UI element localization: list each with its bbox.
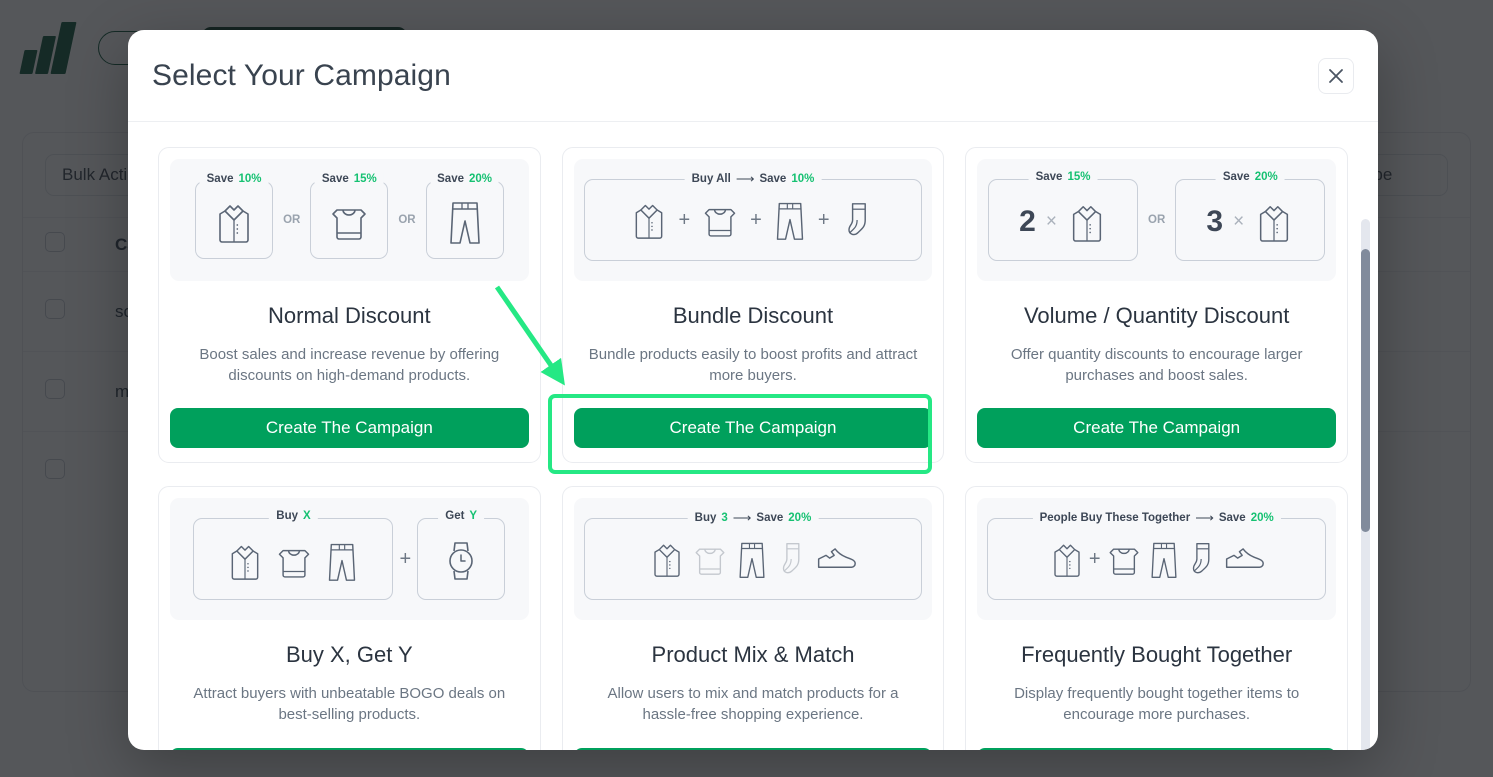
tshirt-icon <box>1108 548 1139 575</box>
quantity-value: 3 <box>1206 205 1224 238</box>
card-title: Normal Discount <box>268 303 431 328</box>
illustration-normal-discount: Save 10% OR Save 15% OR Save 20% <box>170 159 529 281</box>
shirt-icon <box>1054 544 1080 578</box>
campaign-card-bundle-discount[interactable]: Buy All ⟶ Save 10% + + + Bundle Discount… <box>561 147 945 464</box>
legend-save-15: Save 15% <box>1028 171 1098 183</box>
card-description: Display frequently bought together items… <box>1014 685 1300 724</box>
card-title: Bundle Discount <box>672 303 834 328</box>
socks-icon <box>1192 543 1209 574</box>
modal-body: Save 10% OR Save 15% OR Save 20% Normal … <box>128 122 1378 750</box>
legend-buy-x: Buy X <box>269 510 318 523</box>
card-title: Buy X, Get Y <box>285 642 413 668</box>
card-title: Volume / Quantity Discount <box>1023 303 1290 328</box>
create-campaign-button-buy-x-get-y[interactable]: Create The Campaign <box>170 747 529 750</box>
card-description: Offer quantity discounts to encourage la… <box>1010 346 1303 384</box>
campaign-card-volume-quantity-discount[interactable]: Save 15% 2 × OR Save 20% 3 × Volume / Qu… <box>965 147 1348 464</box>
modal-header: Select Your Campaign <box>128 30 1378 122</box>
shirt-icon <box>1072 206 1102 242</box>
tshirt-icon <box>695 548 725 575</box>
legend-buy-all-save-10: Buy All ⟶ Save 10% <box>684 171 822 187</box>
pants-icon <box>739 542 765 578</box>
separator-or: OR <box>1148 214 1166 226</box>
legend-save-15: Save 15% <box>314 173 384 185</box>
separator-or: OR <box>398 214 416 226</box>
times-symbol: × <box>1233 211 1245 232</box>
pants-icon <box>1150 542 1177 578</box>
modal-scrollbar-track[interactable] <box>1361 219 1370 750</box>
illustration-product-mix-and-match: Buy 3 ⟶ Save 20% <box>573 498 933 621</box>
separator-plus: + <box>1088 547 1101 570</box>
campaign-card-buy-x-get-y[interactable]: Buy X + Get Y Buy X, Get Y Attract buyer… <box>158 486 541 750</box>
illustration-bundle-discount: Buy All ⟶ Save 10% + + + <box>573 159 933 281</box>
separator-plus: + <box>750 208 762 231</box>
legend-get-y: Get Y <box>438 510 485 523</box>
create-campaign-button-frequently-bought-together[interactable]: Create The Campaign <box>977 747 1336 750</box>
shoe-icon <box>817 548 856 569</box>
modal-title: Select Your Campaign <box>152 58 451 92</box>
create-campaign-button-bundle-discount[interactable]: Create The Campaign <box>573 408 933 449</box>
select-campaign-modal: Select Your Campaign Save 10% OR Save 15… <box>128 30 1378 750</box>
create-campaign-button-product-mix-and-match[interactable]: Create The Campaign <box>573 747 933 750</box>
card-description: Bundle products easily to boost profits … <box>588 346 918 384</box>
illustration-frequently-bought-together: People Buy These Together ⟶ Save 20% + <box>977 498 1336 621</box>
shoe-icon <box>1225 548 1264 569</box>
legend-save-20: Save 20% <box>430 173 500 185</box>
tshirt-icon <box>704 208 736 237</box>
card-description: Boost sales and increase revenue by offe… <box>199 346 500 384</box>
shirt-icon <box>219 205 249 243</box>
legend-people-buy-these-together: People Buy These Together ⟶ Save 20% <box>1032 510 1281 527</box>
shirt-icon <box>1260 206 1289 242</box>
shirt-icon <box>636 204 663 239</box>
illustration-buy-x-get-y: Buy X + Get Y <box>170 498 529 621</box>
legend-save-10: Save 10% <box>199 173 269 185</box>
watch-icon <box>449 542 473 581</box>
card-title: Product Mix & Match <box>651 642 855 668</box>
pants-icon <box>329 543 356 581</box>
create-campaign-button-volume-quantity-discount[interactable]: Create The Campaign <box>977 408 1336 449</box>
modal-scrollbar-thumb[interactable] <box>1361 249 1370 532</box>
pants-icon <box>449 202 480 244</box>
campaign-card-normal-discount[interactable]: Save 10% OR Save 15% OR Save 20% Normal … <box>158 147 541 464</box>
campaign-card-grid: Save 10% OR Save 15% OR Save 20% Normal … <box>158 147 1348 750</box>
socks-icon <box>782 543 800 574</box>
close-button[interactable] <box>1318 57 1354 94</box>
separator-or: OR <box>283 214 301 226</box>
times-symbol: × <box>1045 211 1057 232</box>
separator-plus: + <box>678 208 691 231</box>
quantity-value: 2 <box>1019 205 1036 238</box>
separator-plus: + <box>399 547 412 570</box>
tshirt-icon <box>332 209 367 240</box>
pants-icon <box>776 202 804 240</box>
legend-buy-3-save-20: Buy 3 ⟶ Save 20% <box>687 510 819 527</box>
shirt-icon <box>654 544 680 578</box>
card-description: Allow users to mix and match products fo… <box>607 685 899 724</box>
socks-icon <box>847 203 866 236</box>
close-icon <box>1329 68 1343 83</box>
create-campaign-button-normal-discount[interactable]: Create The Campaign <box>170 408 529 449</box>
card-title: Frequently Bought Together <box>1021 642 1293 668</box>
shirt-icon <box>232 546 259 581</box>
campaign-card-product-mix-and-match[interactable]: Buy 3 ⟶ Save 20% Product Mix & Match All… <box>561 486 945 750</box>
separator-plus: + <box>817 208 830 231</box>
legend-save-20: Save 20% <box>1215 171 1285 183</box>
illustration-volume-quantity-discount: Save 15% 2 × OR Save 20% 3 × <box>977 159 1336 281</box>
card-description: Attract buyers with unbeatable BOGO deal… <box>193 685 506 724</box>
tshirt-icon <box>279 549 310 578</box>
campaign-card-frequently-bought-together[interactable]: People Buy These Together ⟶ Save 20% + F… <box>965 486 1348 750</box>
